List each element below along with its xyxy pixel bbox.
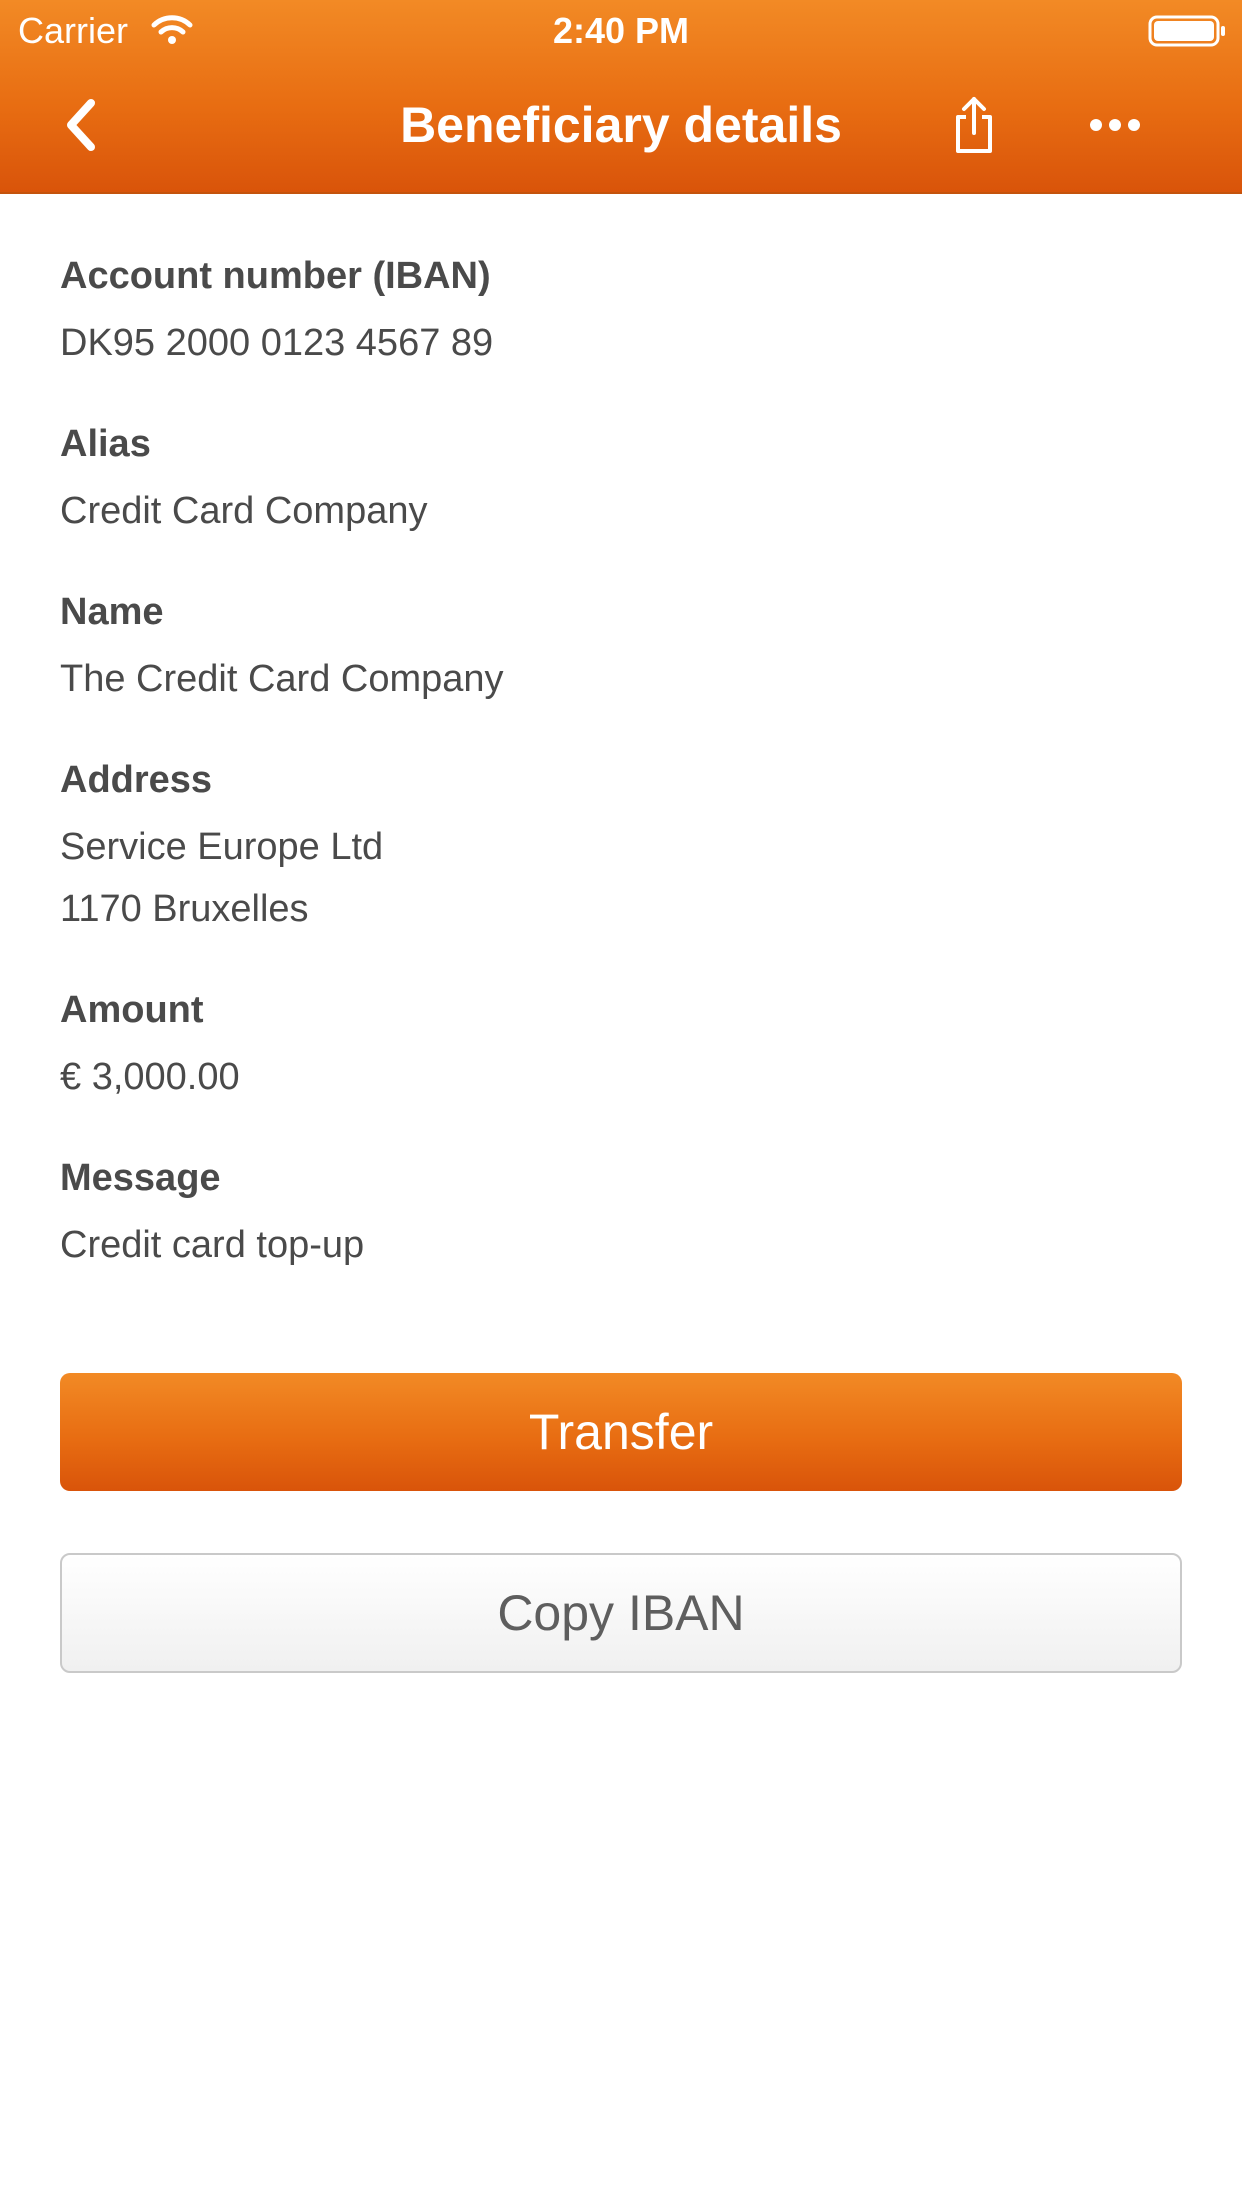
- page-title: Beneficiary details: [400, 97, 842, 153]
- beneficiary-details: Account number (IBAN) DK95 2000 0123 456…: [60, 250, 1182, 1320]
- header: Carrier 2:40 PM Beneficiary details: [0, 0, 1242, 194]
- field-label: Message: [60, 1157, 221, 1199]
- field-name: Name The Credit Card Company: [60, 586, 1182, 710]
- battery-icon: [1148, 14, 1228, 48]
- chevron-left-icon: [67, 99, 95, 151]
- field-label: Amount: [60, 989, 204, 1031]
- back-button[interactable]: [46, 90, 116, 160]
- field-value: Credit Card Company: [60, 490, 428, 532]
- field-alias: Alias Credit Card Company: [60, 418, 1182, 542]
- field-label: Alias: [60, 423, 151, 465]
- status-bar: Carrier 2:40 PM: [0, 0, 1242, 62]
- field-value: DK95 2000 0123 4567 89: [60, 322, 494, 364]
- field-value: 1170 Bruxelles: [60, 888, 309, 930]
- field-iban: Account number (IBAN) DK95 2000 0123 456…: [60, 250, 1182, 374]
- status-time: 2:40 PM: [552, 10, 690, 51]
- field-value: Credit card top-up: [60, 1224, 365, 1266]
- share-icon: [956, 97, 992, 153]
- field-value: Service Europe Ltd: [60, 826, 384, 868]
- share-button[interactable]: [944, 90, 1004, 160]
- field-label: Account number (IBAN): [60, 255, 491, 297]
- more-horizontal-icon: [1090, 119, 1140, 131]
- field-label: Name: [60, 591, 164, 633]
- transfer-button[interactable]: Transfer: [60, 1373, 1182, 1491]
- more-button[interactable]: [1084, 90, 1146, 160]
- navigation-bar: Beneficiary details: [0, 62, 1242, 192]
- field-label: Address: [60, 759, 213, 801]
- field-value: € 3,000.00: [60, 1056, 240, 1098]
- copy-iban-button[interactable]: Copy IBAN: [60, 1553, 1182, 1673]
- field-value: The Credit Card Company: [60, 658, 504, 700]
- field-address: Address Service Europe Ltd 1170 Bruxelle…: [60, 754, 1182, 940]
- field-amount: Amount € 3,000.00: [60, 984, 1182, 1108]
- field-message: Message Credit card top-up: [60, 1152, 1182, 1276]
